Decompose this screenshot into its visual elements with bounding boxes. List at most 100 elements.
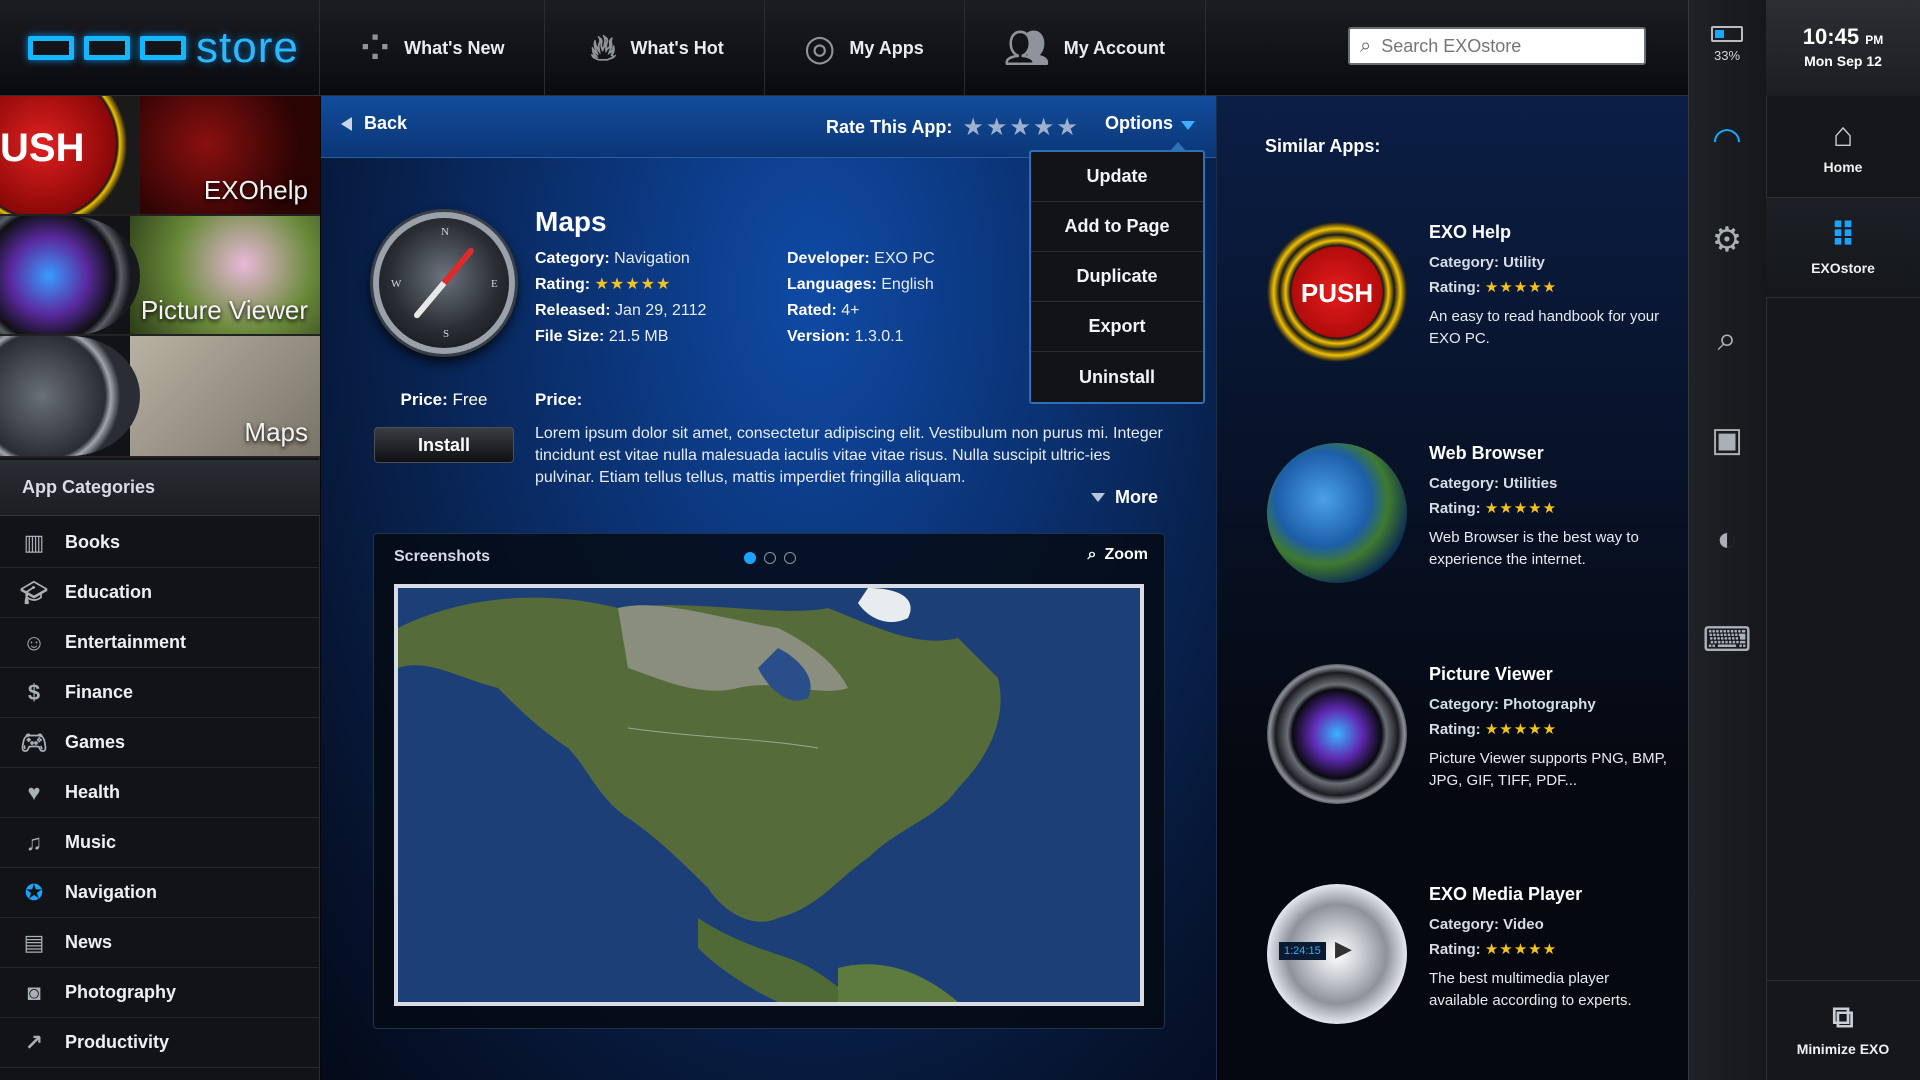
featured-picture-viewer[interactable]: Picture Viewer <box>0 216 320 336</box>
exo-store-logo[interactable]: store <box>0 0 320 96</box>
featured-exohelp[interactable]: USH EXOhelp <box>0 96 320 216</box>
similar-app-exo-media-player[interactable]: 1:24:15 ▶ EXO Media Player Category: Vid… <box>1265 884 1675 1064</box>
search-icon[interactable]: ⌕ <box>1688 320 1766 359</box>
camera-lens-icon <box>1267 664 1407 804</box>
category-music[interactable]: ♫ Music <box>0 818 320 868</box>
app-grid-icon: ⠿ <box>1829 217 1857 255</box>
nav-my-apps[interactable]: ◎ My Apps <box>764 0 965 96</box>
pager-dot[interactable] <box>764 552 776 564</box>
category-entertainment[interactable]: ☺ Entertainment <box>0 618 320 668</box>
app-meta-left: Category: Navigation Rating: ★★★★★ Relea… <box>535 250 707 345</box>
dropdown-arrow-icon <box>1181 120 1195 130</box>
gamepad-icon: 🎮︎ <box>20 729 48 755</box>
menu-add-to-page[interactable]: Add to Page <box>1031 202 1203 252</box>
screenshots-title: Screenshots <box>394 548 491 565</box>
search-input[interactable] <box>1379 34 1620 58</box>
gear-icon[interactable]: ⚙ <box>1688 220 1766 260</box>
map-screenshot[interactable] <box>394 584 1144 1006</box>
dollar-icon: $ <box>27 679 41 705</box>
category-navigation[interactable]: ✪ Navigation <box>0 868 320 918</box>
north-america-map-image <box>398 588 1140 1002</box>
similar-app-picture-viewer[interactable]: Picture Viewer Category: Photography Rat… <box>1265 664 1675 844</box>
search-box[interactable]: ⌕ <box>1348 27 1646 65</box>
category-education[interactable]: 🎓︎ Education <box>0 568 320 618</box>
camera-icon: ◙ <box>27 979 41 1005</box>
category-games[interactable]: 🎮︎ Games <box>0 718 320 768</box>
clock: 10:45 PM Mon Sep 12 <box>1766 0 1920 96</box>
wifi-icon[interactable]: ◠ <box>1688 120 1766 160</box>
similar-apps-title: Similar Apps: <box>1265 136 1381 156</box>
menu-update[interactable]: Update <box>1031 152 1203 202</box>
music-note-icon: ♫ <box>25 829 43 855</box>
pager-dot-active[interactable] <box>744 552 756 564</box>
similar-app-exo-help[interactable]: PUSH EXO Help Category: Utility Rating: … <box>1265 222 1675 402</box>
compass-needle <box>412 246 476 320</box>
category-news[interactable]: ▤ News <box>0 918 320 968</box>
maps-app-icon: N E S W <box>373 212 515 354</box>
disc-play-icon: 1:24:15 ▶ <box>1267 884 1407 1024</box>
price-heading: Price: <box>535 390 583 409</box>
app-meta-right: Developer: EXO PC Languages: English Rat… <box>787 250 935 345</box>
chart-icon: ↗ <box>24 1029 44 1055</box>
pager-dot[interactable] <box>784 552 796 564</box>
dotted-circle-icon: ◎ <box>804 27 836 68</box>
options-button[interactable]: Options <box>1105 113 1195 134</box>
rating-stars-input[interactable]: ★★★★★ <box>962 113 1080 142</box>
compass-art <box>0 336 140 456</box>
minimize-window-icon: ⧉ <box>1832 1001 1854 1034</box>
chevron-down-icon <box>1091 493 1105 502</box>
more-button[interactable]: More <box>1091 487 1158 508</box>
nav-my-account[interactable]: 👥︎ My Account <box>964 0 1207 96</box>
options-menu: Update Add to Page Duplicate Export Unin… <box>1029 142 1205 404</box>
nav-whats-new[interactable]: ⁘ What's New <box>320 0 546 96</box>
similar-app-web-browser[interactable]: Web Browser Category: Utilities Rating: … <box>1265 443 1675 623</box>
home-button[interactable]: ⌂ Home <box>1766 98 1920 198</box>
category-finance[interactable]: $ Finance <box>0 668 320 718</box>
battery-status[interactable]: 33% <box>1688 20 1766 63</box>
app-title: Maps <box>535 206 607 237</box>
heart-icon: ♥ <box>27 779 41 805</box>
rate-this-app: Rate This App: ★★★★★ <box>826 113 1080 142</box>
app-categories-header: App Categories <box>0 460 320 516</box>
push-button-art: USH <box>0 96 140 214</box>
category-photography[interactable]: ◙ Photography <box>0 968 320 1018</box>
category-books[interactable]: ▥ Books <box>0 518 320 568</box>
nav-whats-hot[interactable]: 🔥︎ What's Hot <box>550 0 765 96</box>
contrast-icon[interactable]: ◐ <box>1688 520 1766 559</box>
menu-export[interactable]: Export <box>1031 302 1203 352</box>
masks-icon: ☺ <box>22 629 46 655</box>
exostore-button[interactable]: ⠿ EXOstore <box>1766 198 1920 298</box>
screenshots-panel: Screenshots ⌕ Zoom <box>373 533 1165 1029</box>
battery-icon <box>1711 26 1743 42</box>
back-button[interactable]: Back <box>341 113 407 134</box>
keyboard-icon[interactable]: ⌨ <box>1688 620 1766 660</box>
featured-maps[interactable]: Maps <box>0 336 320 458</box>
newspaper-icon: ▤ <box>23 929 45 955</box>
graduation-cap-icon: 🎓︎ <box>20 579 48 605</box>
exo-logo-mark <box>28 36 186 60</box>
screenshot-pager[interactable] <box>744 552 796 564</box>
books-icon: ▥ <box>23 529 45 555</box>
compass-icon: ✪ <box>24 879 44 905</box>
app-description: Lorem ipsum dolor sit amet, consectetur … <box>535 425 1163 486</box>
play-icon: ▶ <box>1335 936 1352 961</box>
install-button[interactable]: Install <box>374 427 514 463</box>
users-icon: 👥︎ <box>1004 27 1050 68</box>
minimize-exo-button[interactable]: ⧉ Minimize EXO <box>1766 980 1920 1080</box>
magnifier-icon: ⌕ <box>1087 546 1097 563</box>
back-arrow-icon <box>341 116 352 131</box>
lens-art <box>0 216 140 334</box>
menu-duplicate[interactable]: Duplicate <box>1031 252 1203 302</box>
price-info: Price: Free <box>400 390 488 409</box>
home-icon: ⌂ <box>1832 116 1854 154</box>
four-dots-icon: ⁘ <box>360 27 391 68</box>
zoom-button[interactable]: ⌕ Zoom <box>1087 546 1148 564</box>
folder-add-icon[interactable]: ▣ <box>1688 420 1766 460</box>
category-productivity[interactable]: ↗ Productivity <box>0 1018 320 1068</box>
search-icon: ⌕ <box>1360 34 1372 57</box>
push-button-icon: PUSH <box>1267 222 1407 362</box>
menu-uninstall[interactable]: Uninstall <box>1031 352 1203 402</box>
rating-stars: ★★★★★ <box>594 276 672 293</box>
category-health[interactable]: ♥ Health <box>0 768 320 818</box>
logo-store-text: store <box>196 23 299 72</box>
